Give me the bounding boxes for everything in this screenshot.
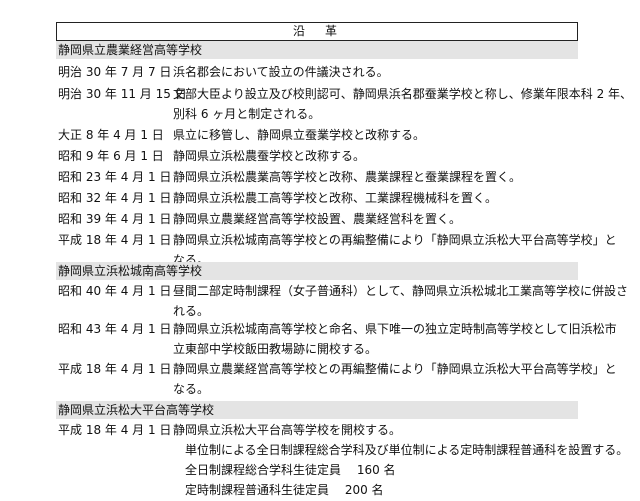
entry-line: 文部大臣より設立及び校則認可、静岡県浜名郡蚕業学校と称し、修業年限本科 2 年、 (173, 87, 633, 101)
entry-date: 平成 18 年 4 月 1 日 (58, 362, 172, 376)
entry-line: 静岡県立農業経営高等学校設置、農業経営科を置く。 (173, 212, 462, 226)
entry-line: 県立に移管し、静岡県立蚕業学校と改称する。 (173, 128, 426, 142)
page-title: 沿 革 (56, 22, 578, 41)
entry-line: 定時制課程普通科生徒定員 200 名 (173, 483, 384, 497)
entry-line: 静岡県立浜松農蚕学校と改称する。 (173, 149, 366, 163)
entry-date: 昭和 23 年 4 月 1 日 (58, 170, 172, 184)
entry-date: 昭和 9 年 6 月 1 日 (58, 149, 164, 163)
entry-line: 静岡県立浜松城南高等学校との再編整備により「静岡県立浜松大平台高等学校」と (173, 233, 617, 247)
entry-date: 明治 30 年 7 月 7 日 (58, 65, 172, 79)
section-header: 静岡県立浜松大平台高等学校 (56, 401, 578, 419)
entry-date: 明治 30 年 11 月 15 日 (58, 87, 187, 101)
entry-line: なる。 (173, 382, 210, 396)
entry-line: 浜名郡会において設立の件議決される。 (173, 65, 389, 79)
entry-text: 静岡県立農業経営高等学校との再編整備により「静岡県立浜松大平台高等学校」と なる… (173, 359, 617, 399)
entry-text: 静岡県立浜松大平台高等学校を開校する。 単位制による全日制課程総合学科及び単位制… (173, 420, 629, 500)
entry-line: 静岡県立浜松農業高等学校と改称、農業課程と蚕業課程を置く。 (173, 170, 522, 184)
entry-text: 静岡県立浜松農業高等学校と改称、農業課程と蚕業課程を置く。 (173, 167, 593, 187)
entry-date: 昭和 39 年 4 月 1 日 (58, 212, 172, 226)
entry-line: 昼間二部定時制課程（女子普通科）として、静岡県立浜松城北工業高等学校に併設さ (173, 284, 629, 298)
entry-line: 静岡県立浜松城南高等学校と命名、県下唯一の独立定時制高等学校として旧浜松市 (173, 322, 617, 336)
entry-line: 静岡県立農業経営高等学校との再編整備により「静岡県立浜松大平台高等学校」と (173, 362, 617, 376)
entry-line: 別科 6 ヶ月と制定される。 (173, 107, 321, 121)
entry-line: 静岡県立浜松農工高等学校と改称、工業課程機械科を置く。 (173, 191, 498, 205)
entry-text: 静岡県立浜松城南高等学校と命名、県下唯一の独立定時制高等学校として旧浜松市 立東… (173, 319, 617, 359)
entry-line: れる。 (173, 304, 210, 318)
entry-line: 全日制課程総合学科生徒定員 160 名 (173, 463, 396, 477)
entry-text: 県立に移管し、静岡県立蚕業学校と改称する。 (173, 125, 593, 145)
entry-date: 昭和 40 年 4 月 1 日 (58, 284, 172, 298)
entry-text: 浜名郡会において設立の件議決される。 (173, 62, 593, 82)
entry-line: 立東部中学校飯田教場跡に開校する。 (173, 342, 378, 356)
section-header: 静岡県立農業経営高等学校 (56, 41, 578, 59)
entry-line: 単位制による全日制課程総合学科及び単位制による定時制課程普通科を設置する。 (173, 443, 629, 457)
entry-text: 昼間二部定時制課程（女子普通科）として、静岡県立浜松城北工業高等学校に併設さ れ… (173, 281, 629, 321)
entry-date: 平成 18 年 4 月 1 日 (58, 233, 172, 247)
entry-text: 文部大臣より設立及び校則認可、静岡県浜名郡蚕業学校と称し、修業年限本科 2 年、… (173, 84, 633, 124)
entry-date: 昭和 43 年 4 月 1 日 (58, 322, 172, 336)
entry-text: 静岡県立浜松農工高等学校と改称、工業課程機械科を置く。 (173, 188, 593, 208)
entry-date: 大正 8 年 4 月 1 日 (58, 128, 164, 142)
entry-line: 静岡県立浜松大平台高等学校を開校する。 (173, 423, 402, 437)
entry-date: 平成 18 年 4 月 1 日 (58, 423, 172, 437)
entry-text: 静岡県立浜松農蚕学校と改称する。 (173, 146, 593, 166)
section-header: 静岡県立浜松城南高等学校 (56, 262, 578, 280)
entry-text: 静岡県立農業経営高等学校設置、農業経営科を置く。 (173, 209, 593, 229)
entry-date: 昭和 32 年 4 月 1 日 (58, 191, 172, 205)
